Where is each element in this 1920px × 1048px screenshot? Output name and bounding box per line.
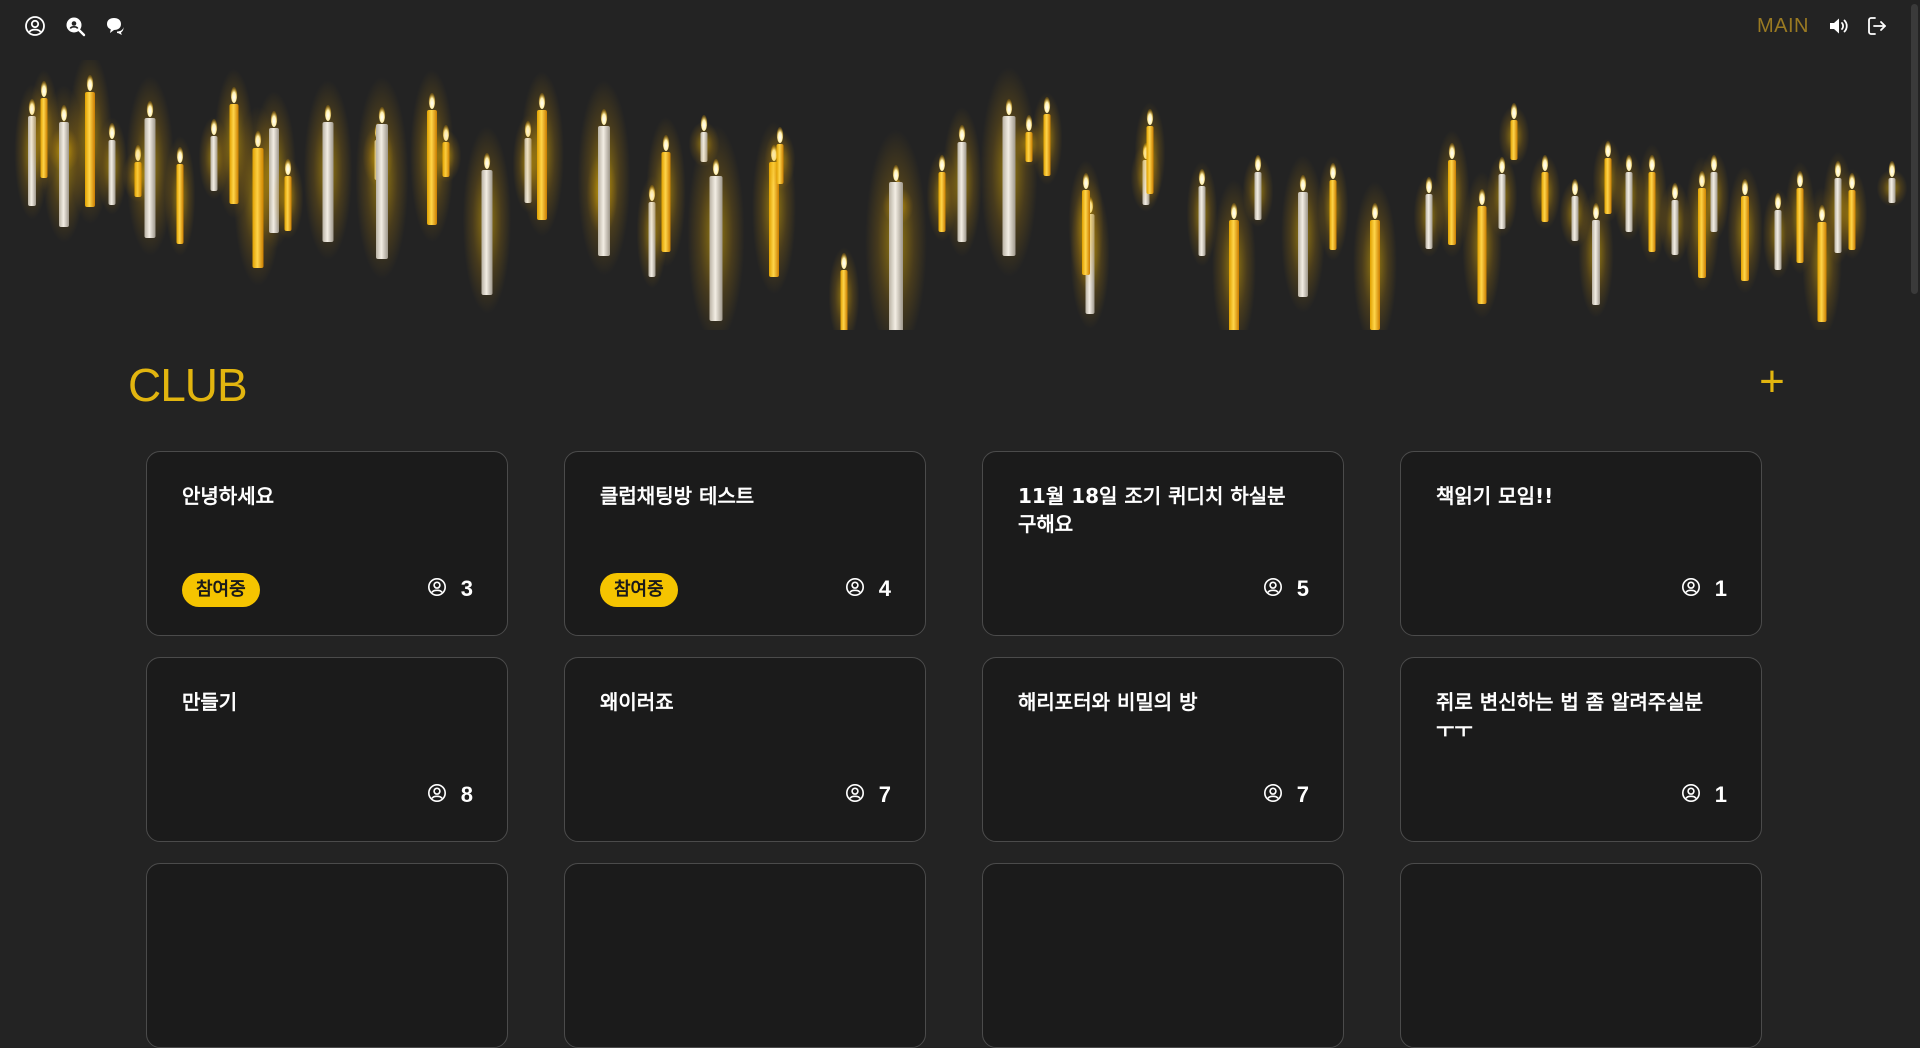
main-link[interactable]: MAIN	[1757, 15, 1809, 38]
club-title: 쥐로 변신하는 법 좀 알려주실분 ㅜㅜ	[1436, 690, 1704, 742]
member-number: 1	[1714, 782, 1727, 807]
member-count: 3	[427, 576, 473, 602]
top-bar: MAIN	[0, 0, 1920, 56]
user-icon[interactable]	[23, 14, 47, 38]
club-card[interactable]: 클럽채팅방 테스트 참여중 4	[564, 451, 926, 636]
member-number: 4	[878, 576, 891, 601]
member-number: 7	[878, 782, 891, 807]
club-card[interactable]: 해리포터와 비밀의 방 7	[982, 657, 1344, 842]
page-scrollbar[interactable]	[1910, 0, 1920, 907]
section-title: CLUB	[128, 359, 248, 411]
logout-icon[interactable]	[1865, 14, 1889, 38]
search-user-icon[interactable]	[63, 14, 87, 38]
club-card-partial[interactable]	[982, 863, 1344, 1048]
club-card-partial[interactable]	[146, 863, 508, 1048]
member-number: 5	[1296, 576, 1309, 601]
club-title: 왜이러죠	[600, 690, 674, 714]
member-number: 8	[460, 782, 473, 807]
club-title: 클럽채팅방 테스트	[600, 484, 755, 508]
member-icon	[427, 783, 447, 807]
club-card[interactable]: 안녕하세요 참여중 3	[146, 451, 508, 636]
chat-icon[interactable]	[103, 14, 127, 38]
member-count: 4	[845, 576, 891, 602]
member-icon	[1681, 577, 1701, 601]
club-card[interactable]: 쥐로 변신하는 법 좀 알려주실분 ㅜㅜ 1	[1400, 657, 1762, 842]
member-icon	[427, 577, 447, 601]
member-icon	[845, 783, 865, 807]
club-grid: 안녕하세요 참여중 3 클럽채팅방 테스트 참여중 4 11월 18일 조기 퀴…	[146, 451, 1764, 1048]
candles-banner	[14, 60, 1908, 330]
club-title: 책읽기 모임!!	[1436, 484, 1554, 508]
member-icon	[1681, 783, 1701, 807]
member-number: 3	[460, 576, 473, 601]
club-title: 11월 18일 조기 퀴디치 하실분 구해요	[1018, 484, 1286, 536]
club-card[interactable]: 책읽기 모임!! 1	[1400, 451, 1762, 636]
club-title: 만들기	[182, 690, 238, 714]
joined-badge: 참여중	[600, 573, 678, 607]
club-title: 안녕하세요	[182, 484, 274, 508]
member-count: 5	[1263, 576, 1309, 602]
member-count: 1	[1681, 782, 1727, 808]
joined-badge: 참여중	[182, 573, 260, 607]
club-title: 해리포터와 비밀의 방	[1018, 690, 1198, 714]
add-club-button[interactable]: +	[1752, 360, 1792, 404]
club-card[interactable]: 11월 18일 조기 퀴디치 하실분 구해요 5	[982, 451, 1344, 636]
member-number: 1	[1714, 576, 1727, 601]
scroll-thumb[interactable]	[1911, 4, 1918, 294]
member-count: 8	[427, 782, 473, 808]
member-icon	[845, 577, 865, 601]
member-number: 7	[1296, 782, 1309, 807]
club-card-partial[interactable]	[564, 863, 926, 1048]
speaker-icon[interactable]	[1827, 14, 1851, 38]
member-icon	[1263, 577, 1283, 601]
member-count: 1	[1681, 576, 1727, 602]
club-card[interactable]: 왜이러죠 7	[564, 657, 926, 842]
member-icon	[1263, 783, 1283, 807]
club-card[interactable]: 만들기 8	[146, 657, 508, 842]
club-card-partial[interactable]	[1400, 863, 1762, 1048]
member-count: 7	[845, 782, 891, 808]
member-count: 7	[1263, 782, 1309, 808]
